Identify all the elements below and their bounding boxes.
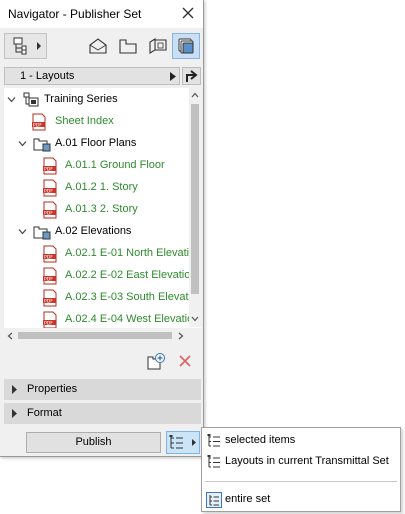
subset-folder-icon xyxy=(33,226,51,240)
layout-book-icon xyxy=(149,38,167,54)
tree-item-label: A.01.2 1. Story xyxy=(65,181,138,193)
project-map-button[interactable] xyxy=(84,33,112,59)
tree-folder-elevations[interactable]: A.02 Elevations xyxy=(4,221,189,243)
up-arrow-icon xyxy=(186,70,198,82)
svg-text:PDF: PDF xyxy=(44,210,53,216)
footer-bar: Publish xyxy=(0,428,203,456)
pdf-file-icon: PDF xyxy=(43,289,57,307)
close-icon[interactable] xyxy=(180,5,196,21)
tree-item-label: A.02.2 E-02 East Elevation xyxy=(65,269,189,281)
pdf-file-icon: PDF xyxy=(43,157,57,175)
tree-item-layout[interactable]: PDF A.01.1 Ground Floor xyxy=(4,155,189,177)
publisher-set-tree[interactable]: Training Series PDF Sheet Index A.01 Flo… xyxy=(4,88,201,343)
svg-text:PDF: PDF xyxy=(44,254,53,260)
chevron-right-icon xyxy=(12,385,17,394)
house-icon xyxy=(89,38,107,54)
horizontal-scrollbar[interactable] xyxy=(4,328,189,343)
svg-text:PDF: PDF xyxy=(44,188,53,194)
scroll-right-icon[interactable] xyxy=(178,332,184,340)
tree-item-label: A.01.3 2. Story xyxy=(65,203,138,215)
tree-view-icon xyxy=(13,37,41,55)
tree-item-layout[interactable]: PDF A.02.2 E-02 East Elevation xyxy=(4,265,189,287)
selected-items-icon xyxy=(207,434,220,447)
menu-item-label: entire set xyxy=(225,493,271,505)
tree-item-layout[interactable]: PDF A.01.3 2. Story xyxy=(4,199,189,221)
tree-item-label: Sheet Index xyxy=(55,115,114,127)
publisher-sets-icon xyxy=(178,38,194,54)
tree-item-label: A.02.4 E-04 West Elevation xyxy=(65,313,189,325)
pdf-file-icon: PDF xyxy=(43,201,57,219)
chevron-down-icon[interactable] xyxy=(18,227,27,236)
properties-section[interactable]: Properties xyxy=(4,379,201,400)
svg-text:PDF: PDF xyxy=(44,298,53,304)
tree-item-layout[interactable]: PDF A.02.3 E-03 South Elevation xyxy=(4,287,189,309)
pdf-file-icon: PDF xyxy=(43,179,57,197)
format-section[interactable]: Format xyxy=(4,403,201,424)
scrollbar-corner xyxy=(189,328,201,343)
scroll-up-icon[interactable] xyxy=(191,92,199,98)
tree-item-label: A.02.3 E-03 South Elevation xyxy=(65,291,189,303)
chevron-right-icon xyxy=(170,72,176,81)
tree-item-label: A.02.1 E-01 North Elevation xyxy=(65,247,189,259)
menu-item-label: Layouts in current Transmittal Set xyxy=(225,455,389,467)
section-label: Properties xyxy=(27,383,78,395)
tree-folder-floor-plans[interactable]: A.01 Floor Plans xyxy=(4,133,189,155)
delete-icon[interactable] xyxy=(178,354,192,368)
folder-view-icon xyxy=(119,39,137,54)
go-up-button[interactable] xyxy=(182,67,201,85)
tree-item-label: A.02 Elevations xyxy=(55,225,132,237)
pdf-file-icon: PDF xyxy=(43,245,57,263)
publish-options-button[interactable] xyxy=(166,431,200,454)
svg-text:PDF: PDF xyxy=(44,320,53,326)
publish-list-icon xyxy=(169,435,196,449)
subset-folder-icon xyxy=(33,138,51,152)
svg-text:PDF: PDF xyxy=(33,122,42,128)
menu-item-label: selected items xyxy=(225,434,296,446)
tree-item-layout[interactable]: PDF A.01.2 1. Story xyxy=(4,177,189,199)
title-bar: Navigator - Publisher Set xyxy=(0,0,203,28)
menu-separator xyxy=(205,481,397,482)
publisher-set-icon xyxy=(23,92,39,107)
view-mode-dropdown[interactable] xyxy=(4,33,47,59)
chevron-down-icon[interactable] xyxy=(18,139,27,148)
menu-item-selected-items[interactable]: selected items xyxy=(202,430,400,451)
scroll-down-icon[interactable] xyxy=(191,316,199,322)
tree-item-layout[interactable]: PDF A.02.1 E-01 North Elevation xyxy=(4,243,189,265)
tree-actions xyxy=(0,348,203,376)
tree-item-label: A.01.1 Ground Floor xyxy=(65,159,165,171)
pdf-file-icon: PDF xyxy=(43,311,57,329)
chevron-down-icon[interactable] xyxy=(7,95,16,104)
scroll-left-icon[interactable] xyxy=(7,332,13,340)
pdf-file-icon: PDF xyxy=(43,267,57,285)
tree-item-root[interactable]: Training Series xyxy=(4,89,189,111)
entire-set-icon xyxy=(206,492,222,508)
menu-item-entire-set[interactable]: entire set xyxy=(202,489,400,510)
tree-item-sheet-index[interactable]: PDF Sheet Index xyxy=(4,111,189,133)
publisher-set-selector[interactable]: 1 - Layouts xyxy=(4,67,180,85)
svg-text:PDF: PDF xyxy=(44,276,53,282)
svg-text:PDF: PDF xyxy=(44,166,53,172)
navigator-palette: Navigator - Publisher Set 1 - Layouts Tr… xyxy=(0,0,204,457)
window-title: Navigator - Publisher Set xyxy=(8,7,142,21)
vertical-scrollbar[interactable] xyxy=(189,88,201,327)
transmittal-set-icon xyxy=(207,455,220,468)
navigator-toolbar xyxy=(0,30,203,64)
publisher-sets-button[interactable] xyxy=(172,33,200,59)
chevron-right-icon xyxy=(12,409,17,418)
tree-item-label: Training Series xyxy=(44,93,118,105)
publish-button[interactable]: Publish xyxy=(26,432,161,453)
tree-item-label: A.01 Floor Plans xyxy=(55,137,137,149)
new-folder-icon[interactable] xyxy=(146,352,166,371)
section-label: Format xyxy=(27,407,62,419)
vertical-scroll-thumb[interactable] xyxy=(191,104,199,294)
publish-options-menu: selected items Layouts in current Transm… xyxy=(201,427,401,512)
pdf-file-icon: PDF xyxy=(32,113,46,131)
view-map-button[interactable] xyxy=(114,33,142,59)
menu-item-transmittal-set[interactable]: Layouts in current Transmittal Set xyxy=(202,451,400,472)
layout-book-button[interactable] xyxy=(144,33,172,59)
publisher-set-selector-value: 1 - Layouts xyxy=(20,70,75,82)
horizontal-scroll-thumb[interactable] xyxy=(18,332,172,339)
